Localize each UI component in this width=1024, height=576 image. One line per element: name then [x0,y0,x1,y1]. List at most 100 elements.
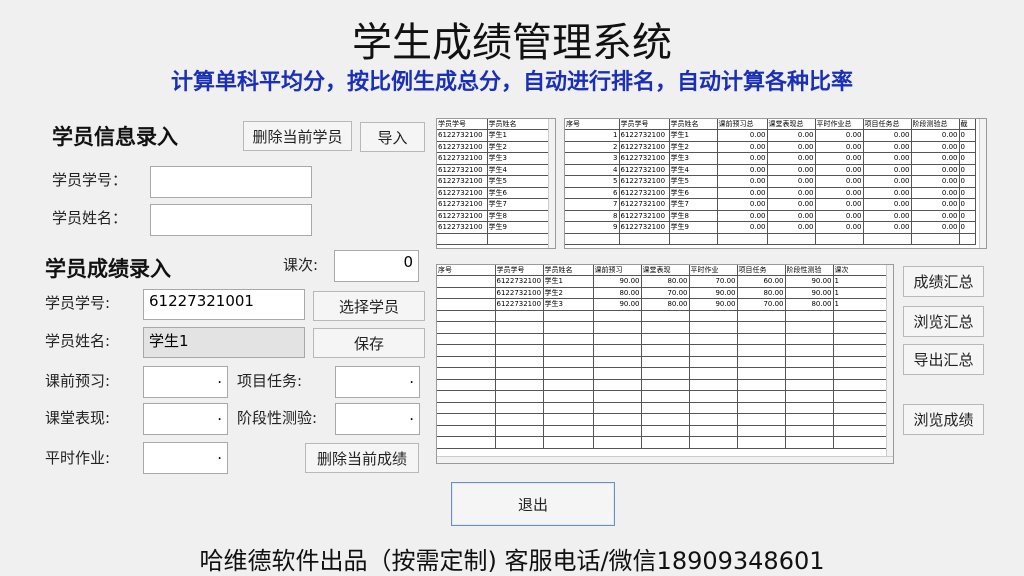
table-cell[interactable]: 0.00 [911,198,960,211]
table-cell[interactable] [689,333,738,345]
table-cell[interactable] [785,425,834,437]
table-cell[interactable] [543,310,594,322]
table-row[interactable]: 6122732100 学生2 80.00 70.00 90.00 80.00 90.00 1 [437,287,888,299]
table-cell[interactable]: 0 [959,152,976,165]
table-cell[interactable]: 70.00 [641,287,690,299]
table-cell[interactable]: 0 [959,187,976,199]
table-cell[interactable] [437,356,496,368]
table-cell[interactable]: 90.00 [785,287,834,299]
column-header[interactable]: 课前预习总 [717,119,768,130]
column-header[interactable]: 阶段性测验 [785,265,834,276]
table-row[interactable]: 6122732100 学生7 [437,198,550,211]
table-cell[interactable] [785,367,834,380]
table-cell[interactable]: 7 [565,198,620,211]
table-cell[interactable]: 0.00 [911,129,960,142]
table-row[interactable]: 6122732100 学生8 [437,210,550,222]
table-cell[interactable] [437,413,496,426]
table-cell[interactable]: 学生3 [543,298,594,311]
column-header[interactable]: 平时作业 [689,265,738,276]
table-cell[interactable]: 6 [565,187,620,199]
table-cell[interactable]: 0.00 [911,141,960,153]
table-cell[interactable] [437,233,488,245]
column-header[interactable]: 学员姓名 [669,119,718,130]
table-cell[interactable]: 0.00 [717,175,768,188]
score-id-field[interactable]: 61227321001 [143,289,305,320]
table-row[interactable] [437,436,888,449]
table-cell[interactable] [437,344,496,357]
table-cell[interactable] [437,367,496,380]
table-cell[interactable]: 5 [565,175,620,188]
table-cell[interactable] [737,425,786,437]
table-cell[interactable] [543,333,594,345]
table-cell[interactable]: 0.00 [815,221,864,234]
table-cell[interactable]: 学生5 [669,175,718,188]
table-row[interactable]: 6122732100 学生3 90.00 80.00 90.00 70.00 80.00 1 [437,298,888,311]
table-cell[interactable] [487,233,550,245]
table-cell[interactable]: 学生6 [487,187,550,199]
table-cell[interactable] [737,367,786,380]
table-cell[interactable]: 90.00 [593,298,642,311]
table-cell[interactable] [689,379,738,391]
table-cell[interactable]: 8 [565,210,620,222]
table-cell[interactable]: 6122732100 [437,198,488,211]
table-cell[interactable] [833,413,888,426]
table-cell[interactable]: 6122732100 [437,141,488,153]
table-cell[interactable]: 3 [565,152,620,165]
table-row[interactable]: 9 6122732100 学生9 0.00 0.00 0.00 0.00 0.00 0 [565,221,976,234]
table-cell[interactable]: 学生8 [487,210,550,222]
select-student-button[interactable]: 选择学员 [313,291,425,321]
table-cell[interactable]: 70.00 [737,298,786,311]
table-cell[interactable]: 0.00 [911,187,960,199]
table-row[interactable] [437,390,888,403]
project-field[interactable]: . [335,366,420,398]
table-cell[interactable]: 6122732100 [495,275,544,288]
browse-scores-button[interactable]: 浏览成绩 [903,404,984,435]
table-row[interactable]: 6122732100 学生1 90.00 80.00 70.00 60.00 90.00 1 [437,275,888,288]
table-row[interactable] [437,367,888,380]
table-cell[interactable]: 1 [565,129,620,142]
table-cell[interactable] [785,344,834,357]
homework-field[interactable]: . [143,442,228,474]
table-cell[interactable]: 学生3 [669,152,718,165]
exit-button[interactable]: 退出 [451,482,615,526]
table-cell[interactable] [689,413,738,426]
table-cell[interactable] [641,436,690,449]
table-cell[interactable] [495,356,544,368]
column-header[interactable]: 阶段测验总 [911,119,960,130]
table-cell[interactable]: 学生1 [669,129,718,142]
table-cell[interactable]: 0.00 [717,164,768,176]
lesson-field[interactable]: 0 [334,250,419,282]
table-cell[interactable]: 0 [959,129,976,142]
table-cell[interactable]: 0 [959,175,976,188]
table-cell[interactable] [737,344,786,357]
table-cell[interactable] [437,287,496,299]
table-cell[interactable]: 0.00 [863,221,912,234]
table-cell[interactable] [641,379,690,391]
table-cell[interactable] [689,344,738,357]
table-cell[interactable] [495,413,544,426]
table-cell[interactable] [689,425,738,437]
table-row[interactable]: 8 6122732100 学生8 0.00 0.00 0.00 0.00 0.00 0 [565,210,976,222]
table-cell[interactable] [815,233,864,245]
class-field[interactable]: . [143,403,228,435]
table-cell[interactable] [641,390,690,403]
table-cell[interactable]: 6122732100 [437,221,488,234]
column-header[interactable]: 学员学号 [495,265,544,276]
table-cell[interactable]: 6122732100 [437,152,488,165]
table-cell[interactable] [495,310,544,322]
table-row[interactable]: 6122732100 学生9 [437,221,550,234]
table-cell[interactable]: 80.00 [593,287,642,299]
table-cell[interactable] [495,425,544,437]
score-summary-button[interactable]: 成绩汇总 [903,266,984,297]
table-cell[interactable]: 90.00 [689,298,738,311]
table-cell[interactable] [543,413,594,426]
table-cell[interactable] [593,356,642,368]
delete-student-button[interactable]: 删除当前学员 [243,121,352,151]
table-cell[interactable]: 0.00 [815,129,864,142]
table-cell[interactable] [437,379,496,391]
table-cell[interactable]: 4 [565,164,620,176]
table-row[interactable] [437,344,888,357]
table-cell[interactable]: 0.00 [767,187,816,199]
column-header[interactable]: 序号 [437,265,496,276]
table-cell[interactable]: 0.00 [767,198,816,211]
